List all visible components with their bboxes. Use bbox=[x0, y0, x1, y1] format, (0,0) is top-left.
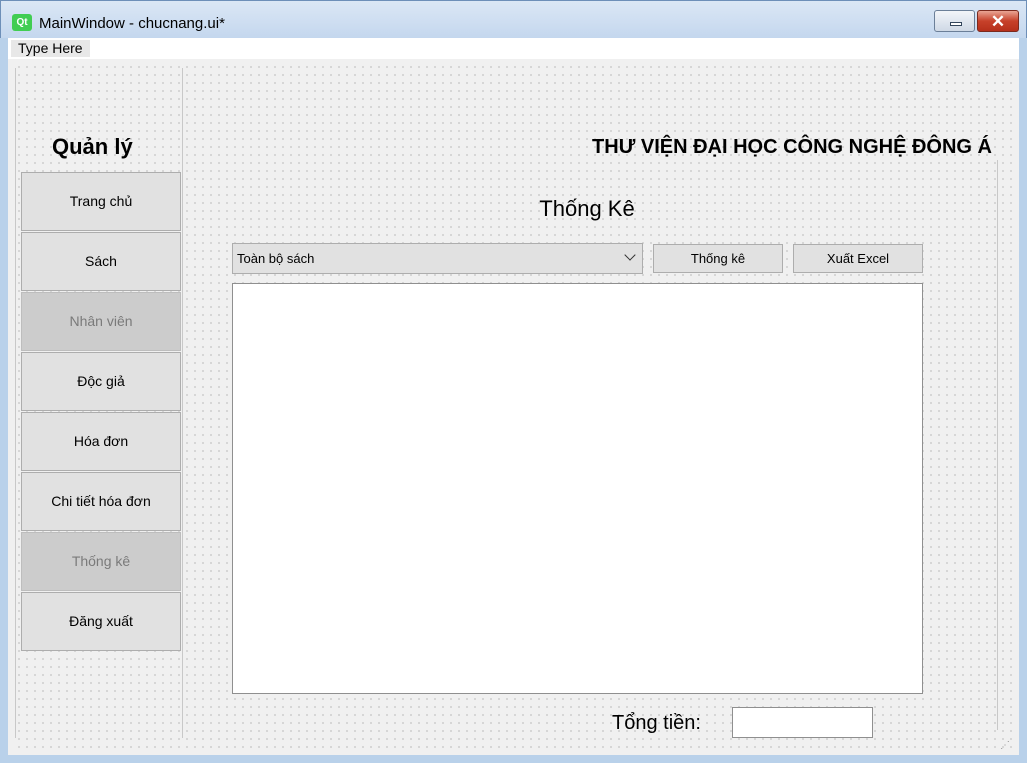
form-canvas: Quản lý THƯ VIỆN ĐẠI HỌC CÔNG NGHỆ ĐÔNG … bbox=[12, 60, 1014, 748]
window-title: MainWindow - chucnang.ui* bbox=[39, 15, 225, 32]
total-input[interactable] bbox=[732, 707, 873, 738]
qt-logo-icon: Qt bbox=[12, 14, 32, 31]
close-button[interactable]: ✕ bbox=[977, 10, 1019, 32]
nav-logout-button[interactable]: Đăng xuất bbox=[21, 592, 181, 651]
nav-books-button[interactable]: Sách bbox=[21, 232, 181, 291]
statistics-button[interactable]: Thống kê bbox=[653, 244, 783, 273]
nav-home-button[interactable]: Trang chủ bbox=[21, 172, 181, 231]
book-filter-select[interactable]: Toàn bộ sách bbox=[232, 243, 643, 274]
statistics-result-area[interactable] bbox=[232, 283, 923, 694]
export-excel-button[interactable]: Xuất Excel bbox=[793, 244, 923, 273]
layout-guide-line bbox=[15, 68, 16, 738]
nav-invoice-details-button[interactable]: Chi tiết hóa đơn bbox=[21, 472, 181, 531]
window-client-area: Type Here Quản lý THƯ VIỆN ĐẠI HỌC CÔNG … bbox=[8, 38, 1019, 755]
close-icon: ✕ bbox=[990, 12, 1006, 31]
chevron-down-icon bbox=[624, 249, 636, 261]
nav-invoices-button[interactable]: Hóa đơn bbox=[21, 412, 181, 471]
layout-guide-line bbox=[997, 160, 998, 730]
total-label: Tổng tiền: bbox=[612, 712, 701, 734]
book-filter-value: Toàn bộ sách bbox=[237, 251, 315, 266]
minimize-icon bbox=[950, 22, 962, 26]
layout-guide-line bbox=[182, 68, 183, 738]
menu-type-here[interactable]: Type Here bbox=[11, 40, 90, 57]
window-titlebar[interactable]: Qt MainWindow - chucnang.ui* ✕ bbox=[0, 0, 1027, 38]
minimize-button[interactable] bbox=[934, 10, 975, 32]
resize-grip-icon[interactable]: ⋰ bbox=[1000, 740, 1014, 752]
statistics-title: Thống Kê bbox=[539, 196, 635, 221]
menubar: Type Here bbox=[8, 38, 1019, 59]
nav-statistics-button: Thống kê bbox=[21, 532, 181, 591]
nav-readers-button[interactable]: Độc giả bbox=[21, 352, 181, 411]
nav-staff-button: Nhân viên bbox=[21, 292, 181, 351]
management-heading: Quản lý bbox=[52, 134, 133, 159]
library-heading: THƯ VIỆN ĐẠI HỌC CÔNG NGHỆ ĐÔNG Á bbox=[592, 136, 992, 158]
